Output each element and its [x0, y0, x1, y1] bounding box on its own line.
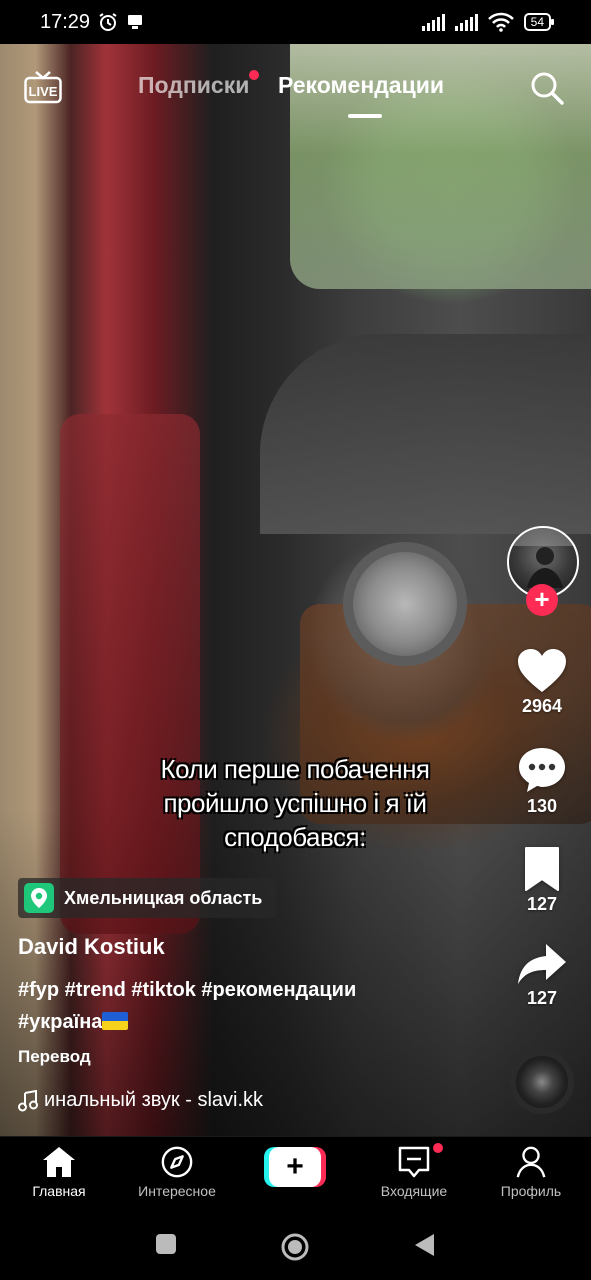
notification-icon [128, 15, 143, 29]
comment-count: 130 [526, 796, 558, 816]
caption-line-2: пройшло успішно і я їй [163, 788, 427, 818]
back-icon[interactable] [412, 1232, 436, 1258]
battery-icon: 54 [523, 13, 555, 31]
video-dashboard-area [260, 334, 591, 534]
alarm-icon [99, 13, 117, 31]
caption-line-1: Коли перше побачення [160, 754, 430, 784]
hashtags-line-1[interactable]: #fyp #trend #tiktok #рекомендации [18, 974, 418, 1006]
status-time: 17:29 [40, 10, 91, 33]
top-nav: LIVE Подписки Рекомендации [0, 44, 591, 134]
ukraine-flag-icon [102, 1012, 129, 1030]
recents-icon[interactable] [154, 1232, 178, 1256]
profile-icon [516, 1146, 546, 1178]
tab-subscriptions-label: Подписки [138, 72, 250, 98]
status-left: 17:29 [40, 11, 144, 34]
sound-disc[interactable] [510, 1050, 574, 1114]
active-tab-indicator [348, 114, 382, 118]
tab-home-label: Главная [32, 1183, 86, 1199]
home-button-icon[interactable] [280, 1232, 310, 1262]
signal-icon [421, 13, 445, 31]
follow-button[interactable]: + [526, 584, 558, 616]
location-tag[interactable]: Хмельницкая область [18, 878, 277, 918]
post-description: #fyp #trend #tiktok #рекомендации #украї… [18, 974, 418, 1038]
comment-icon [519, 748, 565, 792]
author-name[interactable]: David Kostiuk [18, 934, 165, 960]
compass-icon [161, 1146, 193, 1178]
signal-icon-2 [454, 13, 478, 31]
system-navigation-bar [0, 1216, 591, 1280]
inbox-notification-dot [432, 1142, 444, 1154]
status-right: 54 [421, 12, 555, 32]
like-button[interactable]: 2964 [505, 648, 579, 717]
tab-discover-label: Интересное [138, 1183, 216, 1199]
music-note-icon [18, 1089, 38, 1111]
save-button[interactable]: 127 [505, 846, 579, 915]
status-bar: 17:29 54 [0, 0, 591, 44]
bottom-tab-bar: Главная Интересное + Входящие Профиль [0, 1136, 591, 1216]
create-button[interactable]: + [264, 1147, 326, 1187]
live-label: LIVE [29, 84, 58, 99]
tab-recommendations-label: Рекомендации [278, 72, 445, 98]
like-count: 2964 [521, 696, 563, 716]
live-icon[interactable]: LIVE [24, 70, 62, 104]
bookmark-icon [525, 847, 559, 891]
heart-icon [518, 649, 566, 692]
share-icon [518, 944, 566, 984]
tab-home[interactable]: Главная [4, 1145, 114, 1199]
video-caption: Коли перше побачення пройшло успішно і я… [120, 752, 470, 854]
tab-inbox-label: Входящие [380, 1183, 448, 1199]
tab-discover[interactable]: Интересное [122, 1145, 232, 1199]
wifi-icon [487, 12, 514, 32]
video-player[interactable] [0, 44, 591, 1136]
home-icon [43, 1147, 75, 1177]
video-gauge [343, 542, 467, 666]
inbox-icon [398, 1146, 430, 1178]
location-pin-icon [24, 883, 54, 913]
location-label: Хмельницкая область [64, 887, 263, 908]
plus-icon: + [269, 1147, 321, 1187]
sound-info[interactable]: инальный звук - slavi.kk [18, 1089, 263, 1112]
tab-subscriptions[interactable]: Подписки [138, 70, 260, 99]
tab-profile-label: Профиль [500, 1183, 562, 1199]
search-icon[interactable] [529, 70, 565, 106]
video-door-area [60, 414, 200, 934]
share-count: 127 [526, 988, 558, 1008]
translate-link[interactable]: Перевод [18, 1047, 91, 1067]
hashtags-line-2-wrap[interactable]: #україна [18, 1006, 418, 1038]
comment-button[interactable]: 130 [505, 746, 579, 817]
sound-label: инальный звук - slavi.kk [44, 1089, 264, 1111]
share-button[interactable]: 127 [505, 942, 579, 1009]
save-count: 127 [526, 894, 558, 914]
tab-recommendations[interactable]: Рекомендации [278, 72, 444, 99]
tab-inbox[interactable]: Входящие [359, 1145, 469, 1199]
hashtags-line-2[interactable]: #україна [18, 1011, 102, 1033]
tab-profile[interactable]: Профиль [476, 1145, 586, 1199]
caption-line-3: сподобався: [224, 822, 366, 852]
tab-subscriptions-dot [249, 70, 260, 80]
